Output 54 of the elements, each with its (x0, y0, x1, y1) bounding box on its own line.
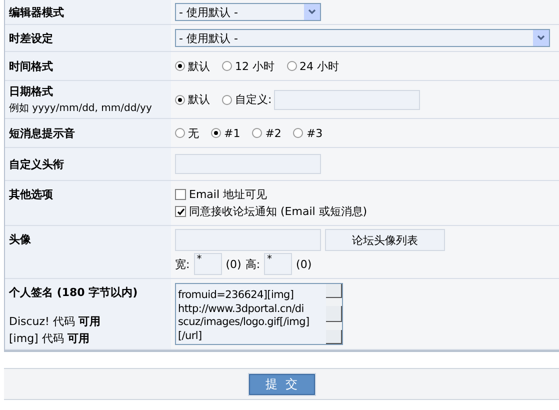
input-field[interactable] (175, 229, 321, 251)
field-label: 短消息提示音 (9, 126, 76, 140)
radio-label: 默认 (188, 58, 210, 74)
radio-button[interactable] (286, 61, 296, 71)
field-hint: 例如 yyyy/mm/dd, mm/dd/yy (9, 102, 153, 115)
caret-icon (537, 35, 545, 41)
radio-label: #3 (306, 126, 323, 140)
caret-icon (308, 9, 316, 15)
radio-button[interactable] (175, 128, 185, 138)
radio-label: #1 (224, 126, 240, 140)
dropdown[interactable]: - 使用默认 - (175, 3, 321, 21)
radio-label: 默认 (188, 92, 210, 107)
field-label: 其他选项 (9, 187, 54, 202)
scroll-thumb[interactable] (326, 306, 342, 322)
radio-button[interactable] (222, 61, 232, 71)
code-note: [img] 代码 可用 (9, 331, 90, 346)
radio-label: #2 (265, 126, 282, 140)
field-label: 日期格式 (9, 84, 54, 99)
field-label: 自定义头衔 (9, 156, 65, 172)
checkbox[interactable] (175, 189, 186, 200)
radio-label: 自定义: (235, 92, 272, 107)
field-label: 个人签名 (180 字节以内) (9, 285, 139, 300)
checkbox-label: Email 地址可见 (189, 187, 268, 202)
checkbox[interactable] (175, 206, 186, 217)
signature-line: [/url] (178, 330, 203, 343)
signature-line: http://www.3dportal.cn/di (178, 302, 305, 316)
radio-button[interactable] (222, 94, 232, 104)
radio-button[interactable] (293, 128, 304, 138)
signature-line: scuz/images/logo.gif[/img] (178, 316, 310, 330)
checkbox-label: 同意接收论坛通知 (Email 或短消息) (189, 204, 368, 219)
height-field[interactable]: * (264, 253, 292, 275)
width-field[interactable]: * (194, 253, 222, 275)
field-label: 时间格式 (9, 58, 54, 74)
input-field[interactable] (274, 90, 420, 110)
avatar-list-button[interactable]: 论坛头像列表 (325, 229, 445, 251)
width-note: (0) (226, 258, 242, 270)
radio-button[interactable] (175, 94, 185, 104)
radio-label: 12 小时 (235, 58, 274, 74)
input-field[interactable] (175, 154, 321, 174)
radio-button[interactable] (252, 128, 262, 138)
field-label: 头像 (9, 232, 32, 247)
radio-button[interactable] (211, 128, 221, 138)
field-label: 编辑器模式 (9, 4, 65, 20)
field-label: 时差设定 (9, 30, 54, 46)
width-label: 宽: (175, 256, 190, 272)
radio-button[interactable] (175, 61, 185, 71)
signature-line: fromuid=236624][img] (178, 289, 295, 302)
signature-field[interactable]: fromuid=236624][img] http://www.3dportal.cn/di scuz/images/logo.gif[/img] [/url] (175, 283, 343, 345)
code-note: Discuz! 代码 可用 (9, 314, 102, 329)
dropdown[interactable]: - 使用默认 - (175, 29, 550, 47)
height-note: (0) (296, 258, 312, 270)
radio-label: 24 小时 (300, 58, 339, 74)
height-label: 高: (245, 256, 260, 272)
radio-label: 无 (188, 126, 199, 140)
